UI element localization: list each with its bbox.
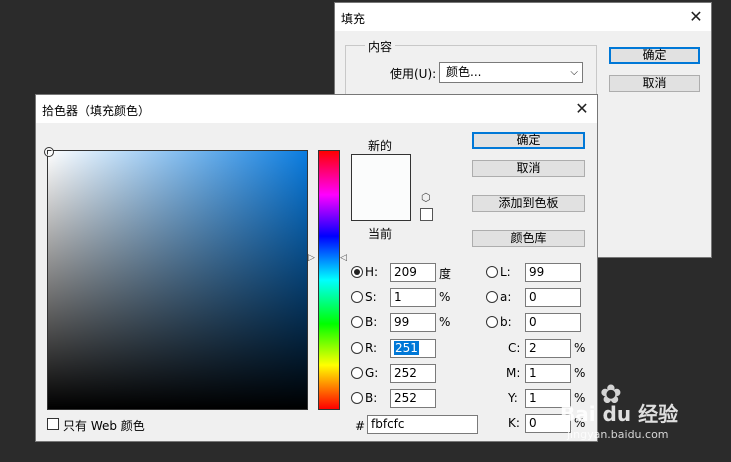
picker-cancel-button[interactable]: 取消	[472, 160, 585, 177]
s-label: S:	[365, 290, 377, 304]
y-label: Y:	[508, 391, 518, 405]
lab-b-label: b:	[500, 315, 512, 329]
current-label: 当前	[368, 227, 393, 241]
a-label: a:	[500, 290, 512, 304]
radio-s[interactable]	[351, 291, 363, 303]
g-label: G:	[365, 366, 379, 380]
new-color-swatch	[351, 154, 411, 221]
picker-close-icon[interactable]: ✕	[571, 98, 593, 120]
brightness-input[interactable]: 99	[390, 313, 436, 332]
c-label: C:	[508, 341, 521, 355]
radio-r[interactable]	[351, 342, 363, 354]
color-field-cursor[interactable]	[44, 147, 54, 157]
color-picker-dialog: 拾色器（填充颜色） ✕ ▷ ◁ 新的 当前 ⬡ 确定 取消 添加到色板 颜色库 …	[35, 94, 598, 442]
blue-input[interactable]: 252	[390, 389, 436, 408]
fill-dialog-titlebar: 填充 ✕	[335, 3, 711, 31]
web-safe-swatch-icon[interactable]	[420, 208, 433, 221]
r-input-selected-text: 251	[394, 341, 419, 355]
web-only-checkbox[interactable]	[47, 418, 59, 430]
picker-ok-button[interactable]: 确定	[472, 132, 585, 149]
r-input[interactable]: 251	[390, 339, 436, 358]
s-input[interactable]: 1	[390, 288, 436, 307]
picker-title: 拾色器（填充颜色）	[42, 104, 151, 118]
chevron-down-icon: ⌵	[570, 67, 578, 78]
m-input[interactable]: 1	[525, 364, 571, 383]
radio-l[interactable]	[486, 266, 498, 278]
radio-a[interactable]	[486, 291, 498, 303]
l-input[interactable]: 99	[525, 263, 581, 282]
brightness-unit: %	[439, 315, 451, 329]
gamut-cube-icon[interactable]: ⬡	[421, 191, 431, 204]
l-label: L:	[500, 265, 511, 279]
fill-cancel-button[interactable]: 取消	[609, 75, 700, 92]
fill-ok-button[interactable]: 确定	[609, 47, 700, 64]
fill-dialog-close-icon[interactable]: ✕	[685, 6, 707, 28]
h-unit: 度	[439, 267, 452, 281]
use-select-value: 颜色...	[446, 65, 482, 79]
content-legend: 内容	[365, 38, 396, 55]
h-input[interactable]: 209	[390, 263, 436, 282]
radio-g[interactable]	[351, 367, 363, 379]
use-label: 使用(U):	[390, 67, 437, 81]
blue-label: B:	[365, 391, 378, 405]
brightness-label: B:	[365, 315, 378, 329]
fill-dialog-title: 填充	[341, 12, 366, 26]
c-input[interactable]: 2	[525, 339, 571, 358]
picker-titlebar: 拾色器（填充颜色） ✕	[36, 95, 597, 123]
r-label: R:	[365, 341, 378, 355]
m-unit: %	[574, 366, 586, 380]
lab-b-input[interactable]: 0	[525, 313, 581, 332]
web-only-label: 只有 Web 颜色	[63, 419, 145, 433]
add-to-swatches-button[interactable]: 添加到色板	[472, 195, 585, 212]
hash-label: #	[355, 419, 366, 433]
hex-input[interactable]: fbfcfc	[367, 415, 478, 434]
radio-blue[interactable]	[351, 392, 363, 404]
hue-slider-handle-right-icon[interactable]: ◁	[340, 253, 347, 263]
h-label: H:	[365, 265, 379, 279]
hue-slider-handle-left-icon[interactable]: ▷	[308, 253, 315, 263]
radio-h[interactable]	[351, 266, 363, 278]
s-unit: %	[439, 290, 451, 304]
k-label: K:	[508, 416, 520, 430]
watermark-brand: Bai du 经验	[560, 402, 679, 426]
color-field[interactable]	[44, 147, 308, 410]
new-label: 新的	[368, 139, 393, 153]
a-input[interactable]: 0	[525, 288, 581, 307]
c-unit: %	[574, 341, 586, 355]
radio-brightness[interactable]	[351, 316, 363, 328]
m-label: M:	[506, 366, 521, 380]
color-libraries-button[interactable]: 颜色库	[472, 230, 585, 247]
watermark-url: jingyan.baidu.com	[567, 428, 669, 441]
g-input[interactable]: 252	[390, 364, 436, 383]
hue-slider[interactable]	[318, 150, 340, 410]
radio-lab-b[interactable]	[486, 316, 498, 328]
use-select[interactable]: 颜色... ⌵	[439, 62, 583, 83]
